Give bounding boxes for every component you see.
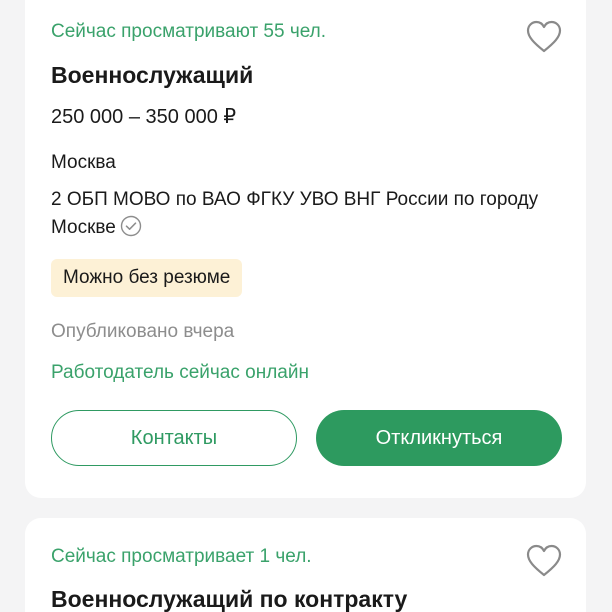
vacancy-city: Москва — [51, 152, 116, 173]
employer-online-status: Работодатель сейчас онлайн — [51, 362, 309, 383]
viewers-count: Сейчас просматривает 1 чел. — [51, 546, 312, 567]
vacancy-card[interactable]: Сейчас просматривает 1 чел. Военнослужащ… — [25, 518, 586, 612]
apply-button[interactable]: Откликнуться — [316, 410, 562, 466]
check-circle-icon — [120, 215, 142, 237]
company-name[interactable]: 2 ОБП МОВО по ВАО ФГКУ УВО ВНГ России по… — [51, 186, 571, 242]
vacancy-title[interactable]: Военнослужащий по контракту — [51, 586, 407, 612]
vacancy-feed: Сейчас просматривают 55 чел. Военнослужа… — [0, 0, 612, 612]
salary-range: 250 000 – 350 000 ₽ — [51, 106, 237, 128]
vacancy-title[interactable]: Военнослужащий — [51, 62, 253, 89]
published-date: Опубликовано вчера — [51, 321, 235, 342]
heart-outline-icon[interactable] — [526, 20, 562, 54]
viewers-count: Сейчас просматривают 55 чел. — [51, 21, 327, 42]
heart-outline-icon[interactable] — [526, 544, 562, 578]
vacancy-card[interactable]: Сейчас просматривают 55 чел. Военнослужа… — [25, 0, 586, 498]
contacts-button[interactable]: Контакты — [51, 410, 297, 466]
no-resume-badge: Можно без резюме — [51, 259, 243, 297]
